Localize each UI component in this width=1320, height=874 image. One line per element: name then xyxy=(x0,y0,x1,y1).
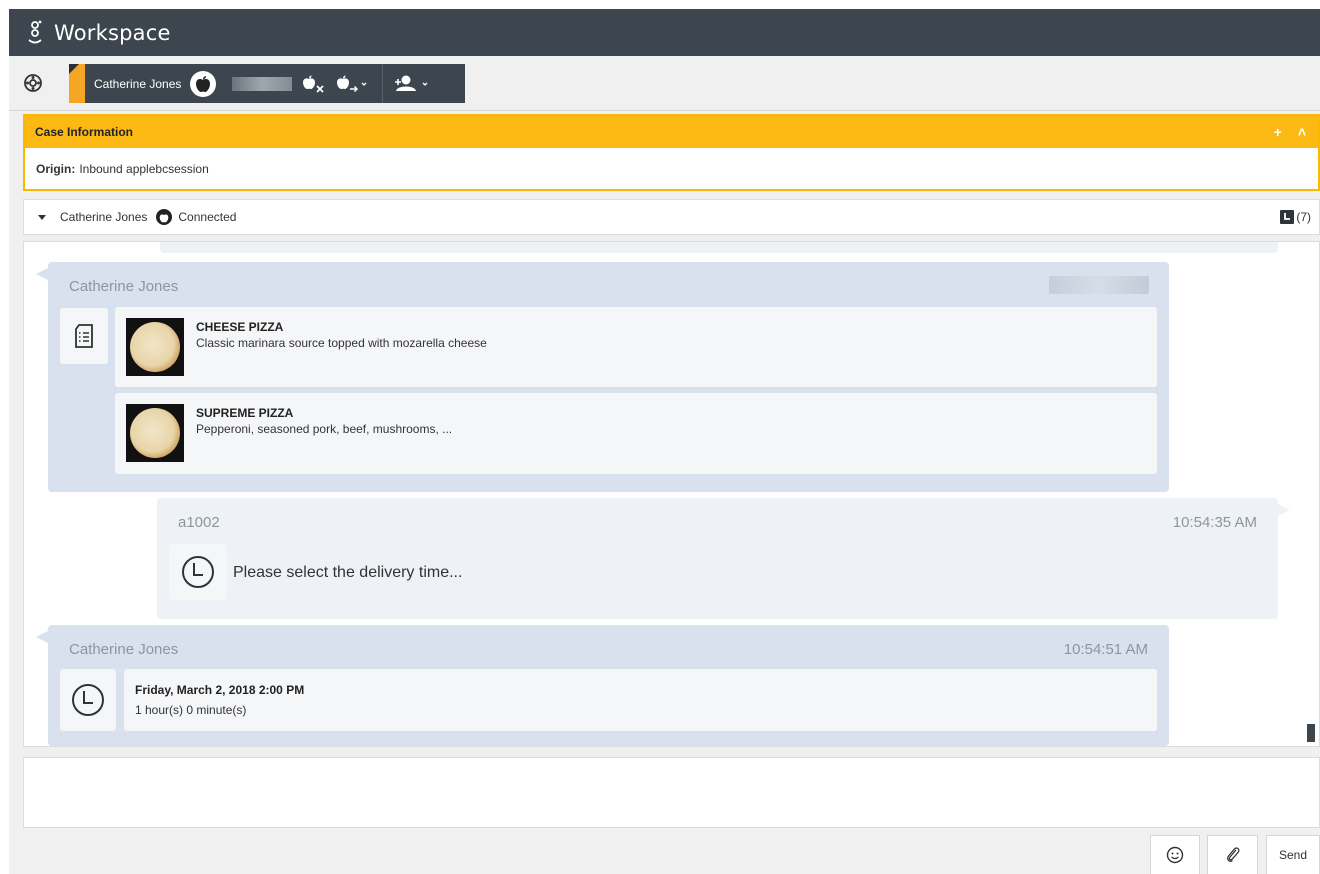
title-bar: Workspace xyxy=(9,9,1320,56)
emoji-icon xyxy=(1166,846,1184,864)
message-sender: Catherine Jones xyxy=(69,278,179,295)
connection-status: Connected xyxy=(178,210,237,224)
case-information-title: Case Information xyxy=(35,125,134,139)
redacted-party-info xyxy=(232,76,293,91)
interaction-color-stripe xyxy=(69,64,85,103)
pizza-image xyxy=(126,318,184,376)
origin-value: Inbound applebcsession xyxy=(79,161,209,176)
list-item: CHEESE PIZZA Classic marinara source top… xyxy=(115,307,1157,387)
case-information-header: Case Information + ˄ xyxy=(25,116,1318,148)
selected-time: Friday, March 2, 2018 2:00 PM xyxy=(135,683,305,697)
history-icon xyxy=(1280,210,1295,224)
selected-duration: 1 hour(s) 0 minute(s) xyxy=(135,703,247,717)
add-case-data-button[interactable]: + xyxy=(1274,124,1282,140)
add-party-button[interactable] xyxy=(393,64,433,103)
emoji-button[interactable] xyxy=(1150,835,1200,874)
app-title: Workspace xyxy=(54,20,171,45)
item-description: Pepperoni, seasoned pork, beef, mushroom… xyxy=(196,422,453,436)
list-item: SUPREME PIZZA Pepperoni, seasoned pork, … xyxy=(115,393,1157,474)
message-bubble: a1002 10:54:35 AM Please select the deli… xyxy=(157,498,1290,619)
apple-end-icon xyxy=(303,75,325,93)
gear-icon[interactable] xyxy=(23,73,43,93)
party-name[interactable]: Catherine Jones xyxy=(94,77,181,91)
history-count: (7) xyxy=(1296,210,1311,224)
apple-status-icon xyxy=(156,209,173,225)
origin-label: Origin: xyxy=(36,161,76,176)
case-information-body: Origin: Inbound applebcsession xyxy=(25,148,1318,189)
transfer-button[interactable] xyxy=(336,64,368,103)
toolbar-separator xyxy=(382,64,384,103)
message-time: 10:54:51 AM xyxy=(1063,641,1148,658)
send-button[interactable]: Send xyxy=(1266,835,1320,874)
workspace-app: Workspace Catherine Jones Case Informati… xyxy=(9,9,1320,874)
chat-transcript: Catherine Jones CHEESE PIZZA Classic mar… xyxy=(23,241,1320,747)
message-sender: a1002 xyxy=(178,514,220,531)
previous-message-edge xyxy=(160,242,1278,253)
genesys-logo-icon xyxy=(28,20,42,43)
contact-name: Catherine Jones xyxy=(60,210,148,224)
chevron-down-icon[interactable] xyxy=(38,214,46,220)
apple-transfer-icon xyxy=(337,75,367,92)
message-sender: Catherine Jones xyxy=(69,641,179,658)
message-time: 10:54:35 AM xyxy=(1172,514,1257,531)
pizza-image xyxy=(126,404,184,462)
case-information-panel: Case Information + ˄ Origin: Inbound app… xyxy=(23,114,1320,191)
redacted-timestamp xyxy=(1049,276,1149,294)
item-title: CHEESE PIZZA xyxy=(196,320,284,334)
list-picker-icon-box xyxy=(60,308,108,364)
party-tab[interactable]: Catherine Jones xyxy=(69,64,465,103)
item-description: Classic marinara source topped with moza… xyxy=(196,336,487,350)
history-button[interactable]: (7) xyxy=(1280,210,1311,224)
clock-icon xyxy=(182,556,214,588)
time-picker-icon-box xyxy=(60,669,116,731)
clock-icon xyxy=(72,684,104,716)
time-selection-card: Friday, March 2, 2018 2:00 PM 1 hour(s) … xyxy=(124,669,1157,731)
time-picker-icon-box xyxy=(169,544,227,600)
contact-status-row: Catherine Jones Connected (7) xyxy=(23,199,1320,235)
message-bubble: Catherine Jones CHEESE PIZZA Classic mar… xyxy=(36,262,1169,492)
message-input[interactable] xyxy=(23,757,1320,828)
paperclip-icon xyxy=(1226,847,1239,862)
scroll-indicator[interactable] xyxy=(1307,724,1315,742)
apple-business-chat-icon xyxy=(190,70,217,97)
list-picker-icon xyxy=(75,324,93,348)
message-bubble: Catherine Jones 10:54:51 AM Friday, Marc… xyxy=(36,625,1169,746)
collapse-case-button[interactable]: ˄ xyxy=(1298,124,1306,140)
item-title: SUPREME PIZZA xyxy=(196,406,294,420)
message-text: Please select the delivery time... xyxy=(233,564,463,581)
add-party-icon xyxy=(395,75,428,91)
end-chat-button[interactable] xyxy=(302,64,326,103)
attach-button[interactable] xyxy=(1207,835,1258,874)
interaction-toolbar: Catherine Jones xyxy=(9,56,1320,111)
